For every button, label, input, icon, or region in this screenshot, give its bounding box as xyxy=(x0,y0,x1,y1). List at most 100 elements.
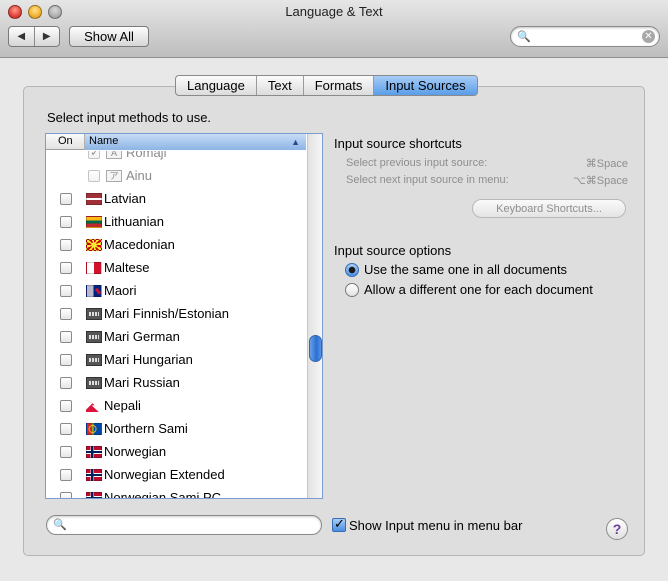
norway-extended-flag-icon xyxy=(86,469,102,481)
show-input-menu-checkbox[interactable] xyxy=(332,516,346,532)
forward-arrow-icon[interactable]: ▶ xyxy=(33,27,60,46)
keyboard-icon xyxy=(86,377,102,389)
table-row-romaji[interactable]: A Romaji xyxy=(46,151,306,165)
input-sources-search-field[interactable]: 🔍 xyxy=(46,515,322,535)
back-arrow-icon[interactable]: ◀ xyxy=(9,27,34,46)
row-label: Mari German xyxy=(104,329,180,344)
tab-language[interactable]: Language xyxy=(176,76,256,95)
search-icon: 🔍 xyxy=(517,31,531,43)
radio-label: Allow a different one for each document xyxy=(364,282,593,297)
row-label: Ainu xyxy=(126,168,153,183)
column-header-name[interactable]: Name ▲ xyxy=(85,134,306,150)
radio-label: Use the same one in all documents xyxy=(364,262,568,277)
tab-formats[interactable]: Formats xyxy=(302,76,374,95)
keyboard-icon xyxy=(86,331,102,343)
keyboard-icon xyxy=(86,354,102,366)
table-header: On Name ▲ xyxy=(46,134,306,150)
norway-flag-icon xyxy=(86,492,102,498)
scrollbar-thumb[interactable] xyxy=(309,335,322,362)
ainu-icon: ア xyxy=(106,170,122,182)
row-label: Maori xyxy=(104,283,137,298)
sort-ascending-icon: ▲ xyxy=(291,137,300,147)
row-checkbox[interactable] xyxy=(60,308,72,320)
lithuania-flag-icon xyxy=(86,216,102,228)
row-checkbox[interactable] xyxy=(60,216,72,228)
shortcut-next-row: Select next input source in menu: ⌥⌘Spac… xyxy=(346,174,628,187)
table-row-macedonian[interactable]: Macedonian xyxy=(46,234,306,257)
window-title: Language & Text xyxy=(285,4,383,19)
table-row-norwegian-extended[interactable]: Norwegian Extended xyxy=(46,464,306,487)
row-label: Mari Russian xyxy=(104,375,180,390)
shortcut-previous-label: Select previous input source: xyxy=(346,157,488,169)
search-icon: 🔍 xyxy=(53,519,67,531)
table-row-ainu[interactable]: ア Ainu xyxy=(46,165,306,188)
new-zealand-flag-icon xyxy=(86,285,102,297)
column-header-name-label: Name xyxy=(89,135,119,147)
keyboard-icon xyxy=(86,308,102,320)
row-checkbox[interactable] xyxy=(60,285,72,297)
tab-input-sources[interactable]: Input Sources xyxy=(373,76,477,95)
row-label: Nepali xyxy=(104,398,141,413)
table-row-mari-russian[interactable]: Mari Russian xyxy=(46,372,306,395)
back-forward-control: ◀ ▶ xyxy=(8,26,60,47)
row-checkbox[interactable] xyxy=(88,170,100,182)
row-checkbox[interactable] xyxy=(60,492,72,498)
show-input-menu-label: Show Input menu in menu bar xyxy=(349,518,523,533)
row-checkbox[interactable] xyxy=(60,354,72,366)
table-row-norwegian[interactable]: Norwegian xyxy=(46,441,306,464)
macedonia-flag-icon xyxy=(86,239,102,251)
latvia-flag-icon xyxy=(86,193,102,205)
row-checkbox[interactable] xyxy=(60,400,72,412)
row-checkbox[interactable] xyxy=(60,377,72,389)
table-row-norwegian-sami-pc[interactable]: Norwegian Sami PC xyxy=(46,487,306,498)
row-label: Romaji xyxy=(126,151,167,160)
column-header-on[interactable]: On xyxy=(46,134,85,150)
romaji-icon: A xyxy=(106,151,122,159)
sami-flag-icon xyxy=(86,423,102,435)
table-row-mari-hungarian[interactable]: Mari Hungarian xyxy=(46,349,306,372)
row-checkbox[interactable] xyxy=(60,423,72,435)
row-checkbox[interactable] xyxy=(60,193,72,205)
table-scrollbar[interactable] xyxy=(307,134,322,498)
row-label: Northern Sami xyxy=(104,421,188,436)
table-row-lithuanian[interactable]: Lithuanian xyxy=(46,211,306,234)
row-label: Norwegian Sami PC xyxy=(104,490,222,498)
table-row-mari-german[interactable]: Mari German xyxy=(46,326,306,349)
table-row-nepali[interactable]: Nepali xyxy=(46,395,306,418)
malta-flag-icon xyxy=(86,262,102,274)
row-label: Latvian xyxy=(104,191,146,206)
row-checkbox[interactable] xyxy=(60,331,72,343)
table-row-northern-sami[interactable]: Northern Sami xyxy=(46,418,306,441)
input-source-shortcuts-heading: Input source shortcuts xyxy=(334,136,462,151)
input-source-options-heading: Input source options xyxy=(334,243,452,258)
row-label: Norwegian Extended xyxy=(104,467,225,482)
preferences-search-field[interactable]: 🔍 ✕ xyxy=(510,26,660,47)
row-label: Maltese xyxy=(104,260,150,275)
row-label: Macedonian xyxy=(104,237,175,252)
radio-button-selected[interactable] xyxy=(345,263,359,277)
table-row-latvian[interactable]: Latvian xyxy=(46,188,306,211)
tab-text[interactable]: Text xyxy=(255,76,303,95)
help-button[interactable]: ? xyxy=(606,518,628,540)
table-row-mari-finnish-estonian[interactable]: Mari Finnish/Estonian xyxy=(46,303,306,326)
row-label: Mari Finnish/Estonian xyxy=(104,306,229,321)
input-sources-table: On Name ▲ A Romaji ア Ainu Latvian xyxy=(45,133,323,499)
select-input-methods-label: Select input methods to use. xyxy=(47,110,212,125)
row-label: Lithuanian xyxy=(104,214,164,229)
radio-button[interactable] xyxy=(345,283,359,297)
shortcut-previous-row: Select previous input source: ⌘Space xyxy=(346,157,628,170)
row-checkbox[interactable] xyxy=(60,446,72,458)
row-checkbox[interactable] xyxy=(60,469,72,481)
tab-bar: Language Text Formats Input Sources xyxy=(175,75,478,96)
show-all-button[interactable]: Show All xyxy=(69,26,149,47)
table-row-maori[interactable]: Maori xyxy=(46,280,306,303)
table-row-maltese[interactable]: Maltese xyxy=(46,257,306,280)
norway-flag-icon xyxy=(86,446,102,458)
row-checkbox[interactable] xyxy=(88,151,100,159)
shortcut-next-key: ⌥⌘Space xyxy=(573,175,628,187)
row-checkbox[interactable] xyxy=(60,262,72,274)
keyboard-shortcuts-button[interactable]: Keyboard Shortcuts... xyxy=(472,199,626,218)
row-checkbox[interactable] xyxy=(60,239,72,251)
clear-search-icon[interactable]: ✕ xyxy=(642,30,655,43)
table-body: A Romaji ア Ainu Latvian Lithuanian xyxy=(46,151,306,498)
